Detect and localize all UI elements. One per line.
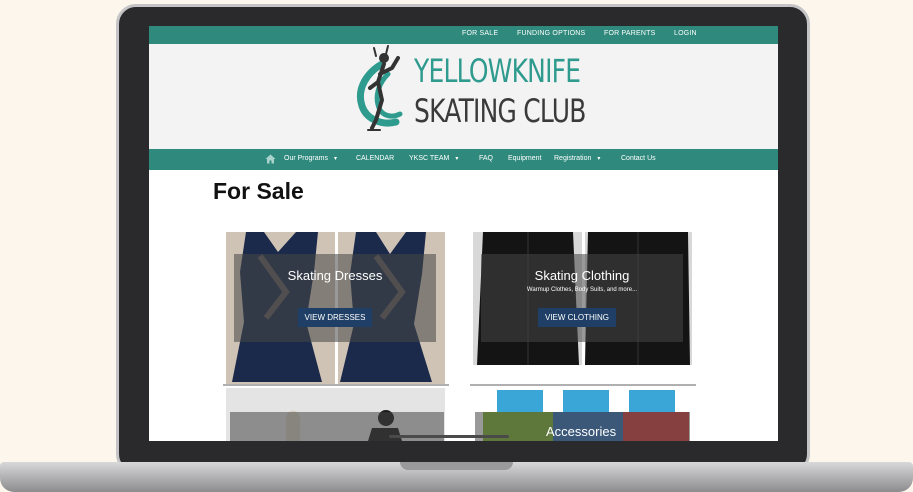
nav-calendar[interactable]: CALENDAR [356,155,394,162]
laptop-notch [400,462,513,470]
view-clothing-button[interactable]: VIEW CLOTHING [538,308,616,327]
card-title: Skating Clothing [534,268,630,283]
card-title: Skating Dresses [287,268,383,283]
chevron-down-icon: ▾ [333,156,337,162]
nav-yksc-team-label: YKSC TEAM [409,155,450,162]
page-title: For Sale [213,178,304,204]
top-link-for-parents[interactable]: FOR PARENTS [604,30,655,37]
skater-logo-icon[interactable] [348,44,414,144]
top-utility-bar: FOR SALE FUNDING OPTIONS FOR PARENTS LOG… [149,26,778,44]
chevron-down-icon: ▾ [597,156,601,162]
nav-contact-us[interactable]: Contact Us [621,155,656,162]
chevron-down-icon: ▾ [455,156,459,162]
card-divider [470,384,696,386]
card-overlay-panel: Skating Dresses VIEW DRESSES [234,254,436,342]
card-skating-clothing[interactable]: Skating Clothing Warmup Clothes, Body Su… [473,232,692,365]
scroll-indicator [389,435,509,438]
home-icon[interactable] [265,154,276,164]
top-link-for-sale[interactable]: FOR SALE [462,30,498,37]
logo-text-skating-club[interactable]: SKATING CLUB [414,92,586,130]
card-skating-dresses[interactable]: Skating Dresses VIEW DRESSES [226,232,445,384]
logo-text-yellowknife[interactable]: YELLOWKNIFE [414,52,581,90]
view-dresses-button[interactable]: VIEW DRESSES [298,308,372,327]
card-title-accessories: Accessories [546,424,617,439]
top-link-login[interactable]: LOGIN [674,30,697,37]
nav-yksc-team[interactable]: YKSC TEAM ▾ [409,155,458,162]
site-header: YELLOWKNIFE SKATING CLUB [149,44,778,149]
nav-our-programs[interactable]: Our Programs ▾ [284,155,337,162]
main-nav-bar: Our Programs ▾ CALENDAR YKSC TEAM ▾ FAQ Eq… [149,149,778,170]
nav-faq[interactable]: FAQ [479,155,493,162]
nav-our-programs-label: Our Programs [284,155,328,162]
nav-registration-label: Registration [554,155,592,162]
nav-equipment[interactable]: Equipment [508,155,541,162]
browser-screen: FOR SALE FUNDING OPTIONS FOR PARENTS LOG… [149,26,778,441]
card-subtitle: Warmup Clothes, Body Suits, and more... [526,287,638,293]
card-skates[interactable] [226,388,445,441]
nav-registration[interactable]: Registration ▾ [554,155,600,162]
card-divider [223,384,449,386]
top-link-funding-options[interactable]: FUNDING OPTIONS [517,30,585,37]
card-overlay-panel: Skating Clothing Warmup Clothes, Body Su… [481,254,683,342]
card-accessories[interactable]: Accessories [473,388,692,441]
